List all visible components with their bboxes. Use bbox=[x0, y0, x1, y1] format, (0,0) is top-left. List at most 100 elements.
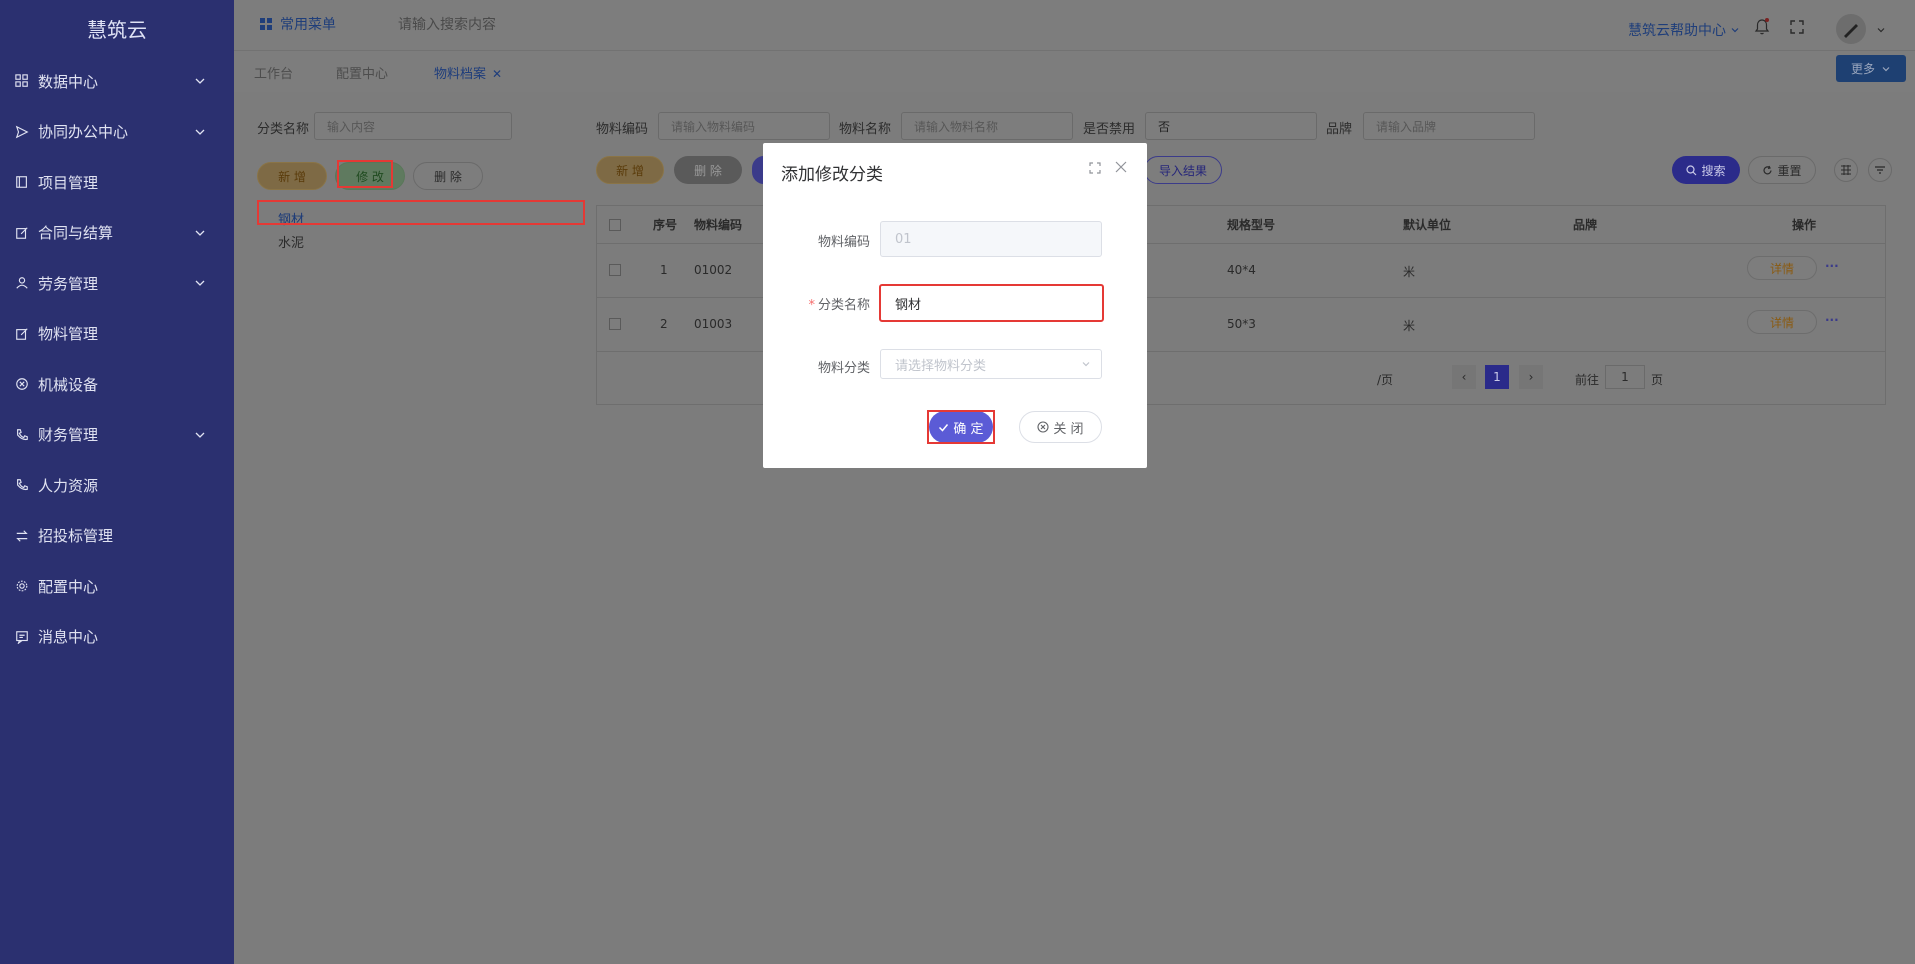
prev-page-button[interactable]: ‹ bbox=[1452, 365, 1476, 389]
search-label: 搜索 bbox=[1701, 163, 1726, 178]
category-delete-label: 删 除 bbox=[434, 169, 462, 184]
filter-name-input[interactable]: 请输入物料名称 bbox=[901, 112, 1073, 140]
close-icon[interactable] bbox=[1115, 161, 1127, 177]
topbar: 常用菜单 请输入搜索内容 慧筑云帮助中心 bbox=[234, 0, 1915, 50]
sidebar-item[interactable]: 消息中心 bbox=[0, 612, 234, 663]
sidebar-item[interactable]: 项目管理 bbox=[0, 157, 234, 208]
book-icon bbox=[14, 174, 30, 190]
sidebar-item[interactable]: 财务管理 bbox=[0, 410, 234, 461]
code-field-input[interactable]: 01 bbox=[880, 221, 1102, 257]
detail-label: 详情 bbox=[1769, 261, 1794, 276]
material-delete-button[interactable]: 删 除 bbox=[674, 156, 742, 184]
parent-category-select[interactable]: 请选择物料分类 bbox=[880, 349, 1102, 379]
brand-logo: 慧筑云 bbox=[87, 17, 147, 42]
filter-disabled-select[interactable]: 否 bbox=[1145, 112, 1317, 140]
sidebar-item-label: 协同办公中心 bbox=[38, 123, 129, 142]
tab-config-center[interactable]: 配置中心 bbox=[336, 63, 388, 82]
detail-button[interactable]: 详情 bbox=[1747, 310, 1817, 334]
maximize-icon[interactable] bbox=[1089, 162, 1101, 178]
close-button[interactable]: 关 闭 bbox=[1019, 411, 1102, 443]
filter-brand-label: 品牌 bbox=[1326, 122, 1353, 137]
code-field-label: 物料编码 bbox=[817, 235, 870, 250]
category-add-label: 新 增 bbox=[278, 169, 306, 184]
material-add-button[interactable]: 新 增 bbox=[596, 156, 664, 184]
avatar[interactable] bbox=[1836, 14, 1866, 44]
sidebar-item-label: 人力资源 bbox=[38, 476, 99, 495]
category-add-button[interactable]: 新 增 bbox=[257, 162, 327, 190]
sidebar-nav: 数据中心协同办公中心 项目管理合同与结算劳务管理物料管理机械设备 财务管理人力资源招… bbox=[0, 56, 234, 662]
sidebar-item[interactable]: 数据中心 bbox=[0, 56, 234, 107]
row-checkbox[interactable] bbox=[609, 318, 621, 333]
confirm-highlight-box bbox=[927, 410, 995, 444]
phone-icon bbox=[14, 477, 30, 493]
sidebar: 慧筑云 数据中心协同办公中心 项目管理合同与结算劳务管理物料管理机械设备 财务管理人… bbox=[0, 0, 234, 964]
sidebar-item[interactable]: 机械设备 bbox=[0, 359, 234, 410]
goto-page-input[interactable]: 1 bbox=[1605, 365, 1645, 389]
edit-highlight-box bbox=[337, 160, 393, 188]
material-delete-label: 删 除 bbox=[694, 163, 722, 178]
sidebar-item-label: 消息中心 bbox=[38, 628, 99, 647]
more-actions-icon[interactable]: ··· bbox=[1825, 259, 1839, 273]
edit-icon bbox=[14, 326, 30, 342]
row-checkbox[interactable] bbox=[609, 264, 621, 279]
next-page-button[interactable]: › bbox=[1519, 365, 1543, 389]
cell-unit: 米 bbox=[1403, 265, 1416, 279]
page-suffix: 页 bbox=[1651, 373, 1664, 387]
column-settings-icon[interactable] bbox=[1834, 158, 1858, 182]
import-result-label: 导入结果 bbox=[1158, 163, 1207, 178]
sidebar-item-label: 项目管理 bbox=[38, 173, 99, 192]
header-brand: 品牌 bbox=[1573, 218, 1598, 232]
tab-workbench[interactable]: 工作台 bbox=[254, 63, 293, 82]
tree-item-cement[interactable]: 水泥 bbox=[278, 232, 304, 251]
import-result-button[interactable]: 导入结果 bbox=[1144, 156, 1222, 184]
chevron-down-icon[interactable] bbox=[1876, 24, 1886, 39]
filter-code-input[interactable]: 请输入物料编码 bbox=[658, 112, 830, 140]
chevron-down-icon bbox=[194, 277, 206, 289]
page-size-select[interactable]: /页 bbox=[1377, 371, 1393, 388]
filter-name-label: 物料名称 bbox=[839, 122, 892, 137]
sidebar-item-label: 物料管理 bbox=[38, 325, 99, 344]
name-field-label: * 分类名称 bbox=[780, 294, 870, 313]
brush-icon bbox=[1844, 24, 1858, 38]
sidebar-item[interactable]: 配置中心 bbox=[0, 561, 234, 612]
sidebar-item[interactable]: 劳务管理 bbox=[0, 258, 234, 309]
phone-icon bbox=[14, 427, 30, 443]
cell-code: 01003 bbox=[694, 317, 733, 331]
common-menu-button[interactable]: 常用菜单 bbox=[260, 14, 336, 34]
close-icon[interactable]: ✕ bbox=[492, 67, 502, 81]
sidebar-item[interactable]: 人力资源 bbox=[0, 460, 234, 511]
notification-bell-icon[interactable] bbox=[1754, 18, 1770, 40]
sidebar-item[interactable]: 合同与结算 bbox=[0, 208, 234, 259]
category-search-input[interactable]: 输入内容 bbox=[314, 112, 512, 140]
detail-button[interactable]: 详情 bbox=[1747, 256, 1817, 280]
sidebar-item[interactable]: 物料管理 bbox=[0, 309, 234, 360]
global-search-input[interactable]: 请输入搜索内容 bbox=[398, 14, 496, 34]
chevron-down-icon bbox=[1882, 66, 1890, 71]
help-center-link[interactable]: 慧筑云帮助中心 bbox=[1628, 20, 1740, 40]
refresh-icon bbox=[1763, 165, 1773, 174]
filter-disabled-label: 是否禁用 bbox=[1083, 122, 1136, 137]
sidebar-item-label: 合同与结算 bbox=[38, 224, 114, 243]
more-actions-icon[interactable]: ··· bbox=[1825, 313, 1839, 327]
sidebar-item-label: 配置中心 bbox=[38, 577, 99, 596]
filter-brand-input[interactable]: 请输入品牌 bbox=[1363, 112, 1535, 140]
chevron-down-icon bbox=[194, 126, 206, 138]
required-mark: * bbox=[808, 298, 815, 313]
sidebar-item[interactable]: 协同办公中心 bbox=[0, 107, 234, 158]
more-button[interactable]: 更多 bbox=[1836, 55, 1906, 82]
send-icon bbox=[14, 124, 30, 140]
category-delete-button[interactable]: 删 除 bbox=[413, 162, 483, 190]
tab-material-archive[interactable]: 物料档案 ✕ bbox=[434, 63, 502, 82]
header-code: 物料编码 bbox=[694, 218, 743, 232]
apps-icon bbox=[260, 18, 272, 30]
reset-button[interactable]: 重置 bbox=[1748, 156, 1816, 184]
current-page-button[interactable]: 1 bbox=[1485, 365, 1509, 389]
fullscreen-icon[interactable] bbox=[1790, 20, 1804, 38]
filter-toggle-icon[interactable] bbox=[1868, 158, 1892, 182]
sidebar-item[interactable]: 招投标管理 bbox=[0, 511, 234, 562]
chevron-down-icon bbox=[194, 227, 206, 239]
search-button[interactable]: 搜索 bbox=[1672, 156, 1740, 184]
select-all-checkbox[interactable] bbox=[609, 206, 621, 243]
name-field-input[interactable]: 钢材 bbox=[879, 284, 1104, 322]
common-menu-label: 常用菜单 bbox=[280, 17, 336, 33]
